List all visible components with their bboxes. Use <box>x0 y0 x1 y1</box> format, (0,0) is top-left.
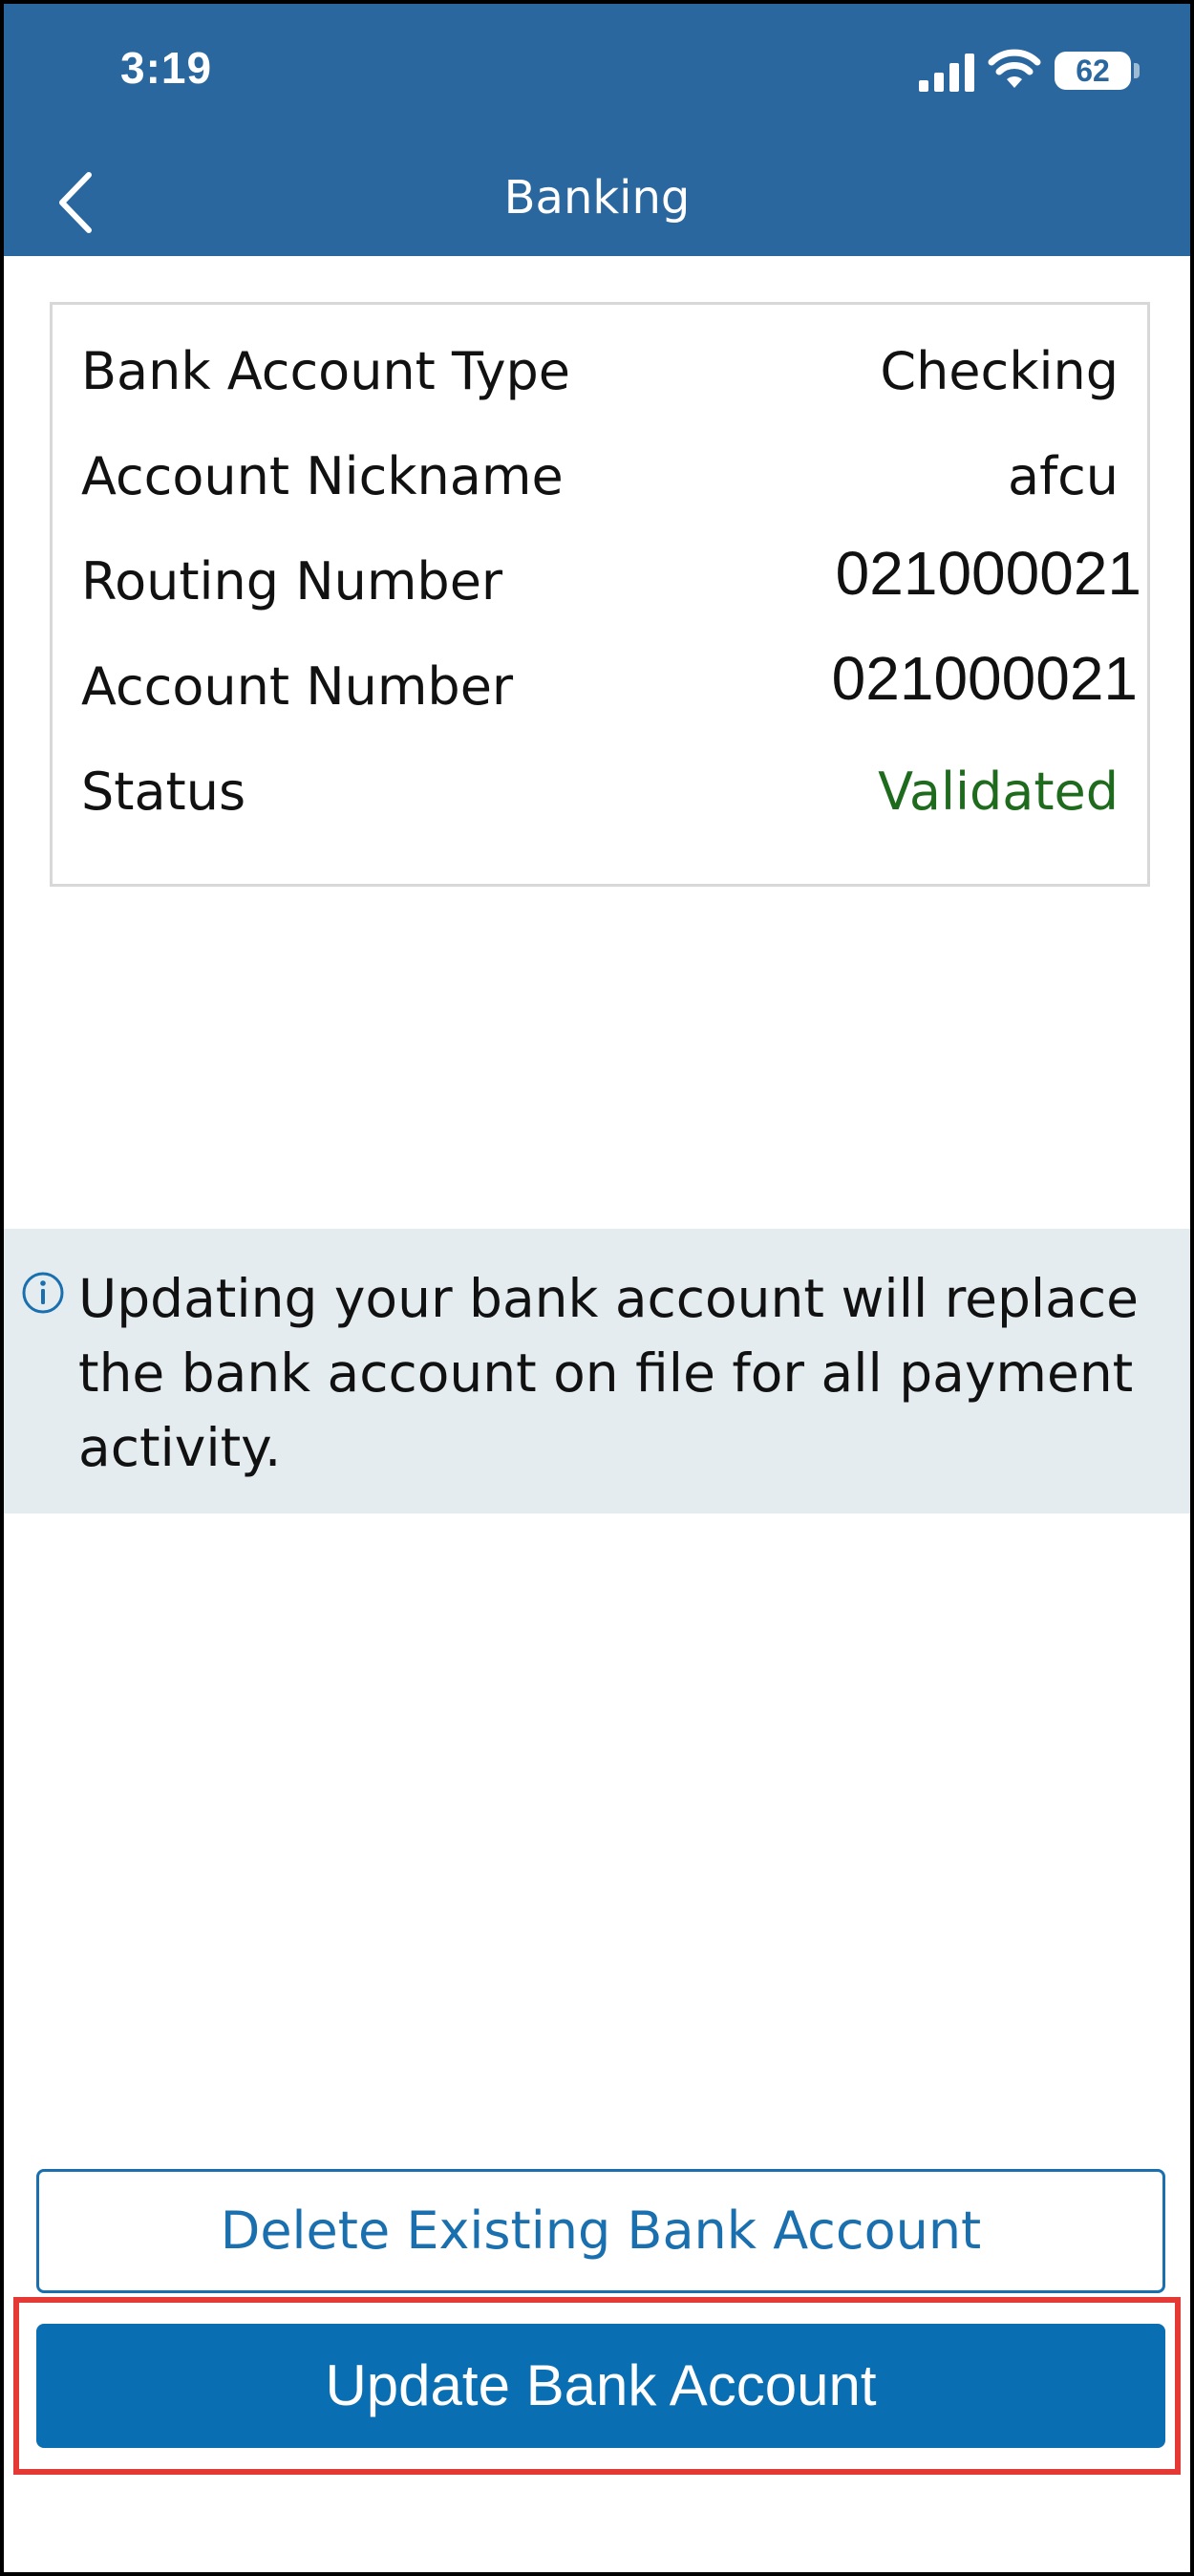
status-badge: Validated <box>878 762 1119 822</box>
page-title: Banking <box>503 171 691 225</box>
nav-bar: Banking <box>4 147 1190 256</box>
info-banner: Updating your bank account will replace … <box>4 1229 1190 1513</box>
app-screen: 3:19 62 Banking Bank Account Type Checki… <box>0 0 1194 2576</box>
detail-label: Status <box>81 762 246 822</box>
detail-row-routing-number: Routing Number 021000021 <box>53 534 1147 630</box>
status-bar: 3:19 62 <box>4 4 1190 147</box>
detail-label: Account Number <box>81 656 514 717</box>
info-message: Updating your bank account will replace … <box>78 1268 1139 1478</box>
battery-tip <box>1134 63 1140 78</box>
detail-label: Account Nickname <box>81 446 564 506</box>
detail-row-account-number: Account Number 021000021 <box>53 639 1147 735</box>
status-time: 3:19 <box>120 43 213 93</box>
account-details-card: Bank Account Type Checking Account Nickn… <box>50 302 1150 887</box>
update-bank-account-button[interactable]: Update Bank Account <box>36 2324 1165 2448</box>
detail-row-status: Status Validated <box>53 744 1147 840</box>
wifi-icon <box>988 49 1041 88</box>
battery-level: 62 <box>1076 54 1110 88</box>
info-icon <box>22 1272 64 1314</box>
detail-row-account-type: Bank Account Type Checking <box>53 324 1147 419</box>
signal-icon <box>919 54 974 92</box>
detail-value: 021000021 <box>835 539 1141 608</box>
detail-value: 021000021 <box>831 644 1138 713</box>
detail-label: Bank Account Type <box>81 341 571 401</box>
header: 3:19 62 Banking <box>4 4 1190 256</box>
battery-icon: 62 <box>1055 52 1141 90</box>
delete-bank-account-button[interactable]: Delete Existing Bank Account <box>36 2169 1165 2293</box>
detail-value: afcu <box>1007 446 1119 506</box>
detail-row-nickname: Account Nickname afcu <box>53 429 1147 525</box>
detail-value: Checking <box>880 341 1119 401</box>
detail-label: Routing Number <box>81 551 503 612</box>
